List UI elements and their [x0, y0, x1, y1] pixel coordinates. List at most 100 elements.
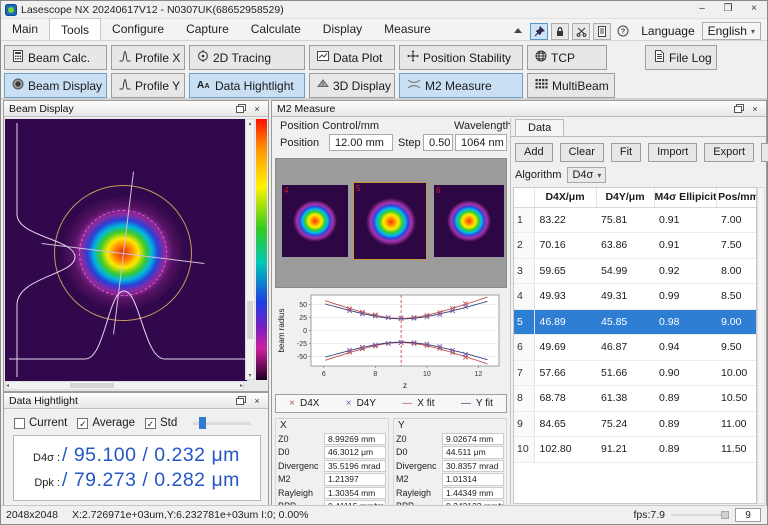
menu-tab-tools[interactable]: Tools — [49, 18, 101, 40]
beam-thumbnail-5[interactable]: 5 — [353, 182, 427, 260]
checkbox-average[interactable]: ✓Average — [77, 417, 135, 429]
highlight-value-row: Dpk :/ 79.273 / 0.282 μm — [20, 469, 260, 492]
fit-value: 44.511 μm — [442, 446, 504, 459]
menu-tab-capture[interactable]: Capture — [175, 18, 240, 40]
menu-tab-calculate[interactable]: Calculate — [240, 18, 312, 40]
table-row[interactable]: 359.6554.990.928.00 — [514, 258, 757, 284]
m2-data-table-wrap: D4X/μmD4Y/μmM4σ EllipicitPos/mm 183.2275… — [513, 187, 757, 504]
table-row[interactable]: 757.6651.660.9010.00 — [514, 360, 757, 386]
restore-icon[interactable] — [731, 102, 747, 115]
menu-tab-configure[interactable]: Configure — [101, 18, 175, 40]
toolbar-button-2d-tracing[interactable]: 2D Tracing — [189, 45, 305, 70]
beam-display-titlebar: Beam Display × — [4, 101, 268, 117]
help-icon[interactable]: ? — [614, 23, 632, 40]
close-icon[interactable]: × — [249, 102, 265, 115]
report-button[interactable]: Report — [761, 143, 768, 162]
close-icon[interactable]: × — [747, 102, 763, 115]
collapse-arrow-icon[interactable] — [509, 23, 527, 40]
wavelength-input[interactable]: 1064 nm — [455, 134, 507, 151]
minimize-button[interactable]: – — [689, 1, 715, 18]
restore-icon[interactable] — [233, 394, 249, 407]
table-header[interactable]: M4σ Ellipicit — [654, 188, 716, 207]
table-row[interactable]: 183.2275.810.917.00 — [514, 207, 757, 233]
restore-icon[interactable] — [233, 102, 249, 115]
pin-icon[interactable] — [530, 23, 548, 40]
beam-vertical-scrollbar[interactable]: ▴▾ — [245, 119, 255, 380]
scrollbar-thumb[interactable] — [70, 383, 114, 388]
toolbar-button-profile-y[interactable]: Profile Y — [111, 73, 185, 98]
document-icon[interactable] — [593, 23, 611, 40]
slider-handle[interactable] — [199, 417, 206, 429]
scroll-right-icon[interactable]: ▸ — [240, 382, 243, 389]
table-header[interactable] — [514, 188, 534, 207]
m2-table-head: D4X/μmD4Y/μmM4σ EllipicitPos/mm — [514, 188, 757, 207]
scrollbar-thumb[interactable] — [247, 301, 253, 339]
beam-horizontal-scrollbar[interactable]: ◂▸ — [5, 381, 244, 390]
maximize-button[interactable]: ❒ — [715, 1, 741, 18]
menu-tab-measure[interactable]: Measure — [373, 18, 442, 40]
toolbar-button-beam-display[interactable]: Beam Display — [4, 73, 107, 98]
fit-results: X Z0 8.99269 mm D0 46.3012 μm Divergenc … — [275, 418, 507, 516]
toolbar-button-beam-calc-[interactable]: Beam Calc. — [4, 45, 107, 70]
position-input[interactable]: 12.00 mm — [329, 134, 393, 151]
close-button[interactable]: × — [741, 1, 767, 18]
scroll-left-icon[interactable]: ◂ — [6, 382, 9, 389]
menu-tab-main[interactable]: Main — [1, 18, 49, 40]
toolbar-button-data-plot[interactable]: Data Plot — [309, 45, 395, 70]
toolbar-button-file-log[interactable]: File Log — [645, 45, 717, 70]
fps-value-box[interactable]: 9 — [735, 508, 761, 522]
scissors-icon[interactable] — [572, 23, 590, 40]
language-select[interactable]: English ▾ — [702, 22, 761, 40]
checkbox-std[interactable]: ✓Std — [145, 417, 177, 429]
tab-data[interactable]: Data — [515, 119, 564, 136]
toolbar-button-m2-measure[interactable]: M2 Measure — [399, 73, 523, 98]
table-header[interactable]: D4Y/μm — [596, 188, 654, 207]
table-row[interactable]: 449.9349.310.998.50 — [514, 284, 757, 310]
fps-slider[interactable] — [671, 510, 729, 520]
toolbar-button-tcp[interactable]: TCP — [527, 45, 607, 70]
clear-button[interactable]: Clear — [560, 143, 604, 162]
svg-text:z: z — [403, 381, 407, 390]
table-row[interactable]: 10102.8091.210.8911.50 — [514, 437, 757, 463]
toolbar-button-data-hightlight[interactable]: AAData Hightlight — [189, 73, 305, 98]
beam-canvas[interactable] — [5, 119, 247, 381]
table-row[interactable]: 868.7861.380.8910.50 — [514, 386, 757, 412]
table-row[interactable]: 270.1663.860.917.50 — [514, 233, 757, 259]
menu-bar: MainToolsConfigureCaptureCalculateDispla… — [1, 19, 767, 41]
app-logo-icon — [5, 4, 17, 16]
fit-value: 30.8357 mrad — [442, 460, 504, 473]
table-header[interactable]: Pos/mm — [716, 188, 757, 207]
svg-text:6: 6 — [322, 371, 326, 378]
toolbar-button-3d-display[interactable]: 3D Display — [309, 73, 395, 98]
toolbar-row-1: Beam Calc.Profile X2D TracingData PlotPo… — [4, 45, 767, 70]
std-opacity-slider[interactable] — [193, 417, 251, 429]
table-row[interactable]: 546.8945.850.989.00 — [514, 309, 757, 335]
scroll-up-icon[interactable]: ▴ — [248, 120, 251, 127]
step-input[interactable]: 0.50 — [423, 134, 453, 151]
menu-tab-display[interactable]: Display — [312, 18, 373, 40]
export-button[interactable]: Export — [704, 143, 754, 162]
toolbar-button-position-stability[interactable]: Position Stability — [399, 45, 523, 70]
fit-button[interactable]: Fit — [611, 143, 641, 162]
toolbar-button-profile-x[interactable]: Profile X — [111, 45, 185, 70]
scroll-down-icon[interactable]: ▾ — [248, 372, 251, 379]
window-title: Lasescope NX 20240617V12 - N0307UK(68652… — [21, 4, 689, 16]
toolbar-button-multibeam[interactable]: MultiBeam — [527, 73, 615, 98]
file-icon — [653, 50, 665, 65]
beam-thumbnail-6[interactable]: 6 — [434, 185, 504, 257]
algorithm-select[interactable]: D4σ ▾ — [567, 167, 606, 183]
table-row[interactable]: 984.6575.240.8911.00 — [514, 411, 757, 437]
close-icon[interactable]: × — [249, 394, 265, 407]
table-row[interactable]: 649.6946.870.949.50 — [514, 335, 757, 361]
svg-text:?: ? — [621, 27, 626, 36]
cursor-coords-text: X:2.726971e+03um,Y:6.232781e+03um I:0; 0… — [72, 509, 308, 521]
data-sub-panel: Data AddClearFitImportExportReport Algor… — [510, 118, 766, 506]
lock-icon[interactable] — [551, 23, 569, 40]
checkbox-current[interactable]: Current — [14, 417, 67, 429]
table-scrollbar[interactable] — [757, 187, 765, 504]
beam-thumbnail-4[interactable]: 4 — [282, 185, 348, 257]
import-button[interactable]: Import — [648, 143, 697, 162]
add-button[interactable]: Add — [515, 143, 553, 162]
table-header[interactable]: D4X/μm — [534, 188, 596, 207]
data-highlight-titlebar: Data Hightlight × — [4, 393, 268, 409]
